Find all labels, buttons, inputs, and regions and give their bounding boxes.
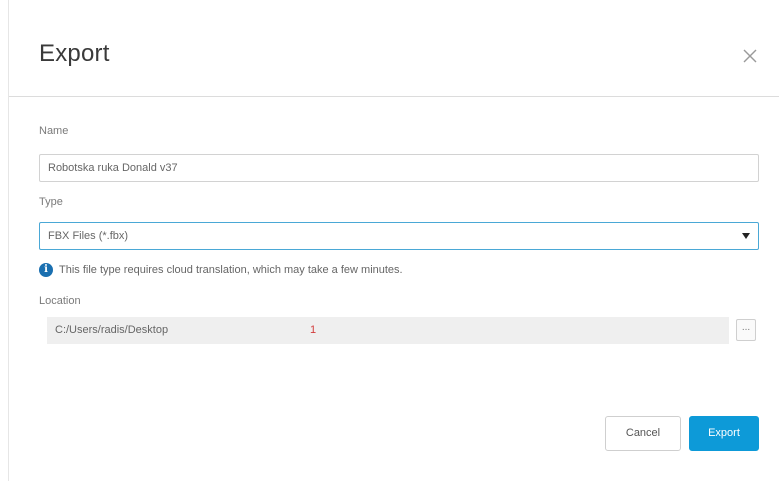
location-path-field: C:/Users/radis/Desktop 1 (47, 317, 729, 344)
chevron-down-icon (742, 233, 750, 239)
name-field[interactable]: Robotska ruka Donald v37 (39, 154, 759, 182)
browse-button[interactable]: ... (736, 319, 756, 341)
close-icon[interactable] (739, 45, 761, 67)
name-value: Robotska ruka Donald v37 (48, 162, 178, 174)
type-select[interactable]: FBX Files (*.fbx) (39, 222, 759, 250)
export-button[interactable]: Export (689, 416, 759, 451)
info-text: This file type requires cloud translatio… (59, 264, 403, 276)
type-info-message: i This file type requires cloud translat… (39, 262, 403, 278)
name-label: Name (39, 125, 69, 137)
location-label: Location (39, 295, 81, 307)
info-icon: i (39, 263, 53, 277)
location-path: C:/Users/radis/Desktop (55, 324, 169, 336)
type-selected-value: FBX Files (*.fbx) (48, 230, 129, 242)
export-dialog: Export Name Robotska ruka Donald v37 Typ… (8, 0, 779, 481)
dialog-title: Export (39, 40, 110, 67)
dialog-header: Export (9, 0, 779, 97)
type-label: Type (39, 196, 63, 208)
cancel-button[interactable]: Cancel (605, 416, 681, 451)
annotation-marker: 1 (310, 324, 317, 336)
